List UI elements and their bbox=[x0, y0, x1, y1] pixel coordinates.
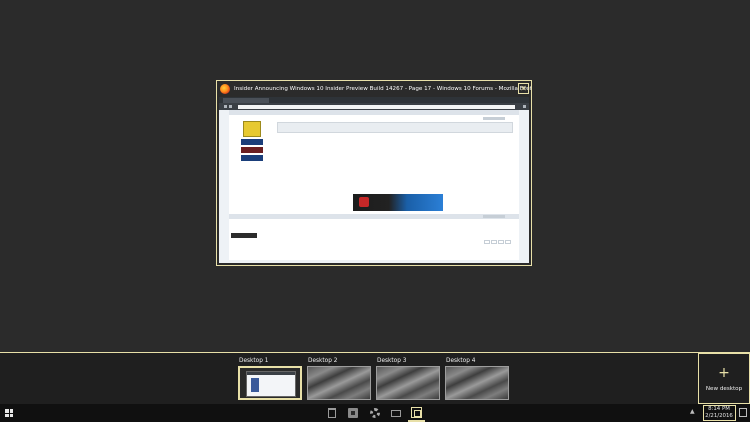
browser-navbar bbox=[219, 103, 529, 110]
reply-with-quote-button bbox=[483, 215, 505, 218]
desktop-label: Desktop 1 bbox=[239, 358, 269, 364]
desktop-thumbnail[interactable] bbox=[445, 366, 509, 400]
user-badge bbox=[241, 147, 263, 153]
plus-icon: + bbox=[718, 365, 730, 381]
page-link bbox=[505, 240, 511, 244]
user-badge bbox=[241, 139, 263, 145]
page-link bbox=[498, 240, 504, 244]
address-bar bbox=[238, 104, 515, 109]
virtual-desktops-strip: Desktop 1 Desktop 2 Desktop 3 Desktop 4 bbox=[0, 352, 750, 404]
avatar bbox=[243, 121, 261, 137]
reply-with-quote-button bbox=[483, 117, 505, 120]
start-button[interactable] bbox=[0, 404, 18, 422]
new-desktop-label: New desktop bbox=[705, 386, 743, 392]
clock-time: 8:14 PM bbox=[708, 406, 730, 412]
chevron-up-icon[interactable]: ▲ bbox=[690, 408, 695, 415]
firefox-icon bbox=[220, 84, 230, 94]
back-icon bbox=[224, 105, 227, 108]
mini-window bbox=[246, 371, 296, 397]
system-clock[interactable]: 8:14 PM 2/21/2016 bbox=[704, 406, 734, 420]
post-header bbox=[229, 110, 519, 115]
settings-gear-icon[interactable] bbox=[370, 408, 380, 418]
page-link bbox=[484, 240, 490, 244]
desktop-label: Desktop 3 bbox=[377, 358, 407, 364]
desktop-thumbnail[interactable] bbox=[307, 366, 371, 400]
window-title: Insider Announcing Windows 10 Insider Pr… bbox=[234, 86, 531, 92]
banner-logo-icon bbox=[359, 197, 369, 207]
browser-tab bbox=[223, 98, 269, 103]
forum-page bbox=[229, 110, 519, 260]
desktop-label: Desktop 2 bbox=[308, 358, 338, 364]
taskbar: ▲ 8:14 PM 2/21/2016 bbox=[0, 404, 750, 422]
close-window-button[interactable]: ✕ bbox=[518, 83, 529, 94]
store-icon[interactable] bbox=[348, 408, 358, 418]
post-footer bbox=[229, 214, 519, 219]
desktop-4[interactable]: Desktop 4 bbox=[445, 357, 511, 400]
post-quote bbox=[277, 122, 513, 133]
menu-icon bbox=[523, 105, 526, 108]
desktop-3[interactable]: Desktop 3 bbox=[376, 357, 442, 400]
forum-banner bbox=[353, 194, 443, 211]
user-badge bbox=[241, 155, 263, 161]
window-titlebar: Insider Announcing Windows 10 Insider Pr… bbox=[217, 81, 531, 97]
recycle-bin-icon[interactable] bbox=[328, 408, 336, 418]
window-thumbnail[interactable] bbox=[219, 97, 529, 263]
user-info bbox=[237, 121, 267, 163]
desktop-1[interactable]: Desktop 1 bbox=[238, 357, 304, 400]
action-center-icon[interactable] bbox=[739, 408, 747, 417]
task-view-icon[interactable] bbox=[411, 407, 422, 418]
pagination bbox=[483, 240, 511, 244]
desktop-2[interactable]: Desktop 2 bbox=[307, 357, 373, 400]
reply-to-thread-button bbox=[231, 233, 257, 238]
new-desktop-button[interactable]: + New desktop bbox=[698, 353, 750, 404]
clock-date: 2/21/2016 bbox=[705, 413, 733, 419]
desktop-thumbnail[interactable] bbox=[238, 366, 302, 400]
page-link bbox=[491, 240, 497, 244]
desktop-thumbnail[interactable] bbox=[376, 366, 440, 400]
desktop-label: Desktop 4 bbox=[446, 358, 476, 364]
devices-icon[interactable] bbox=[391, 410, 401, 417]
task-view-window[interactable]: Insider Announcing Windows 10 Insider Pr… bbox=[216, 80, 532, 266]
windows-logo-icon bbox=[5, 409, 13, 417]
forward-icon bbox=[229, 105, 232, 108]
